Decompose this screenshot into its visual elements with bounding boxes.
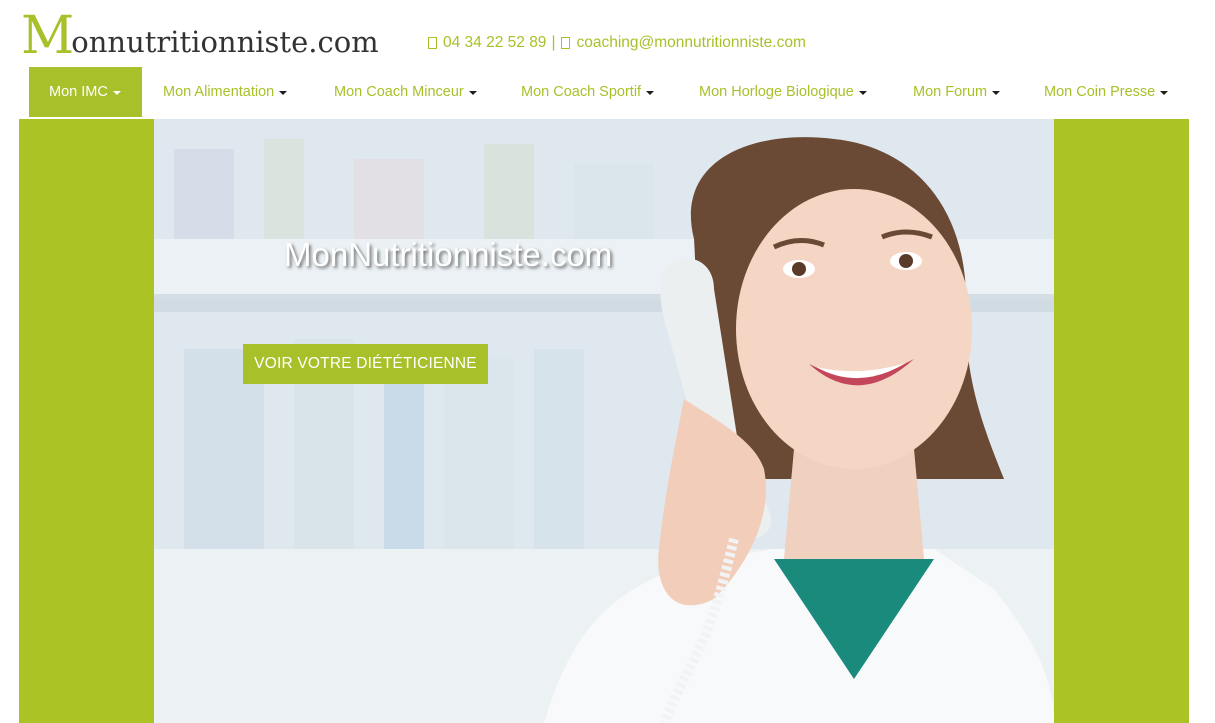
caret-down-icon xyxy=(279,90,288,95)
email-icon xyxy=(561,37,571,49)
logo-wordmark: onnutritionniste.com xyxy=(71,25,379,59)
caret-down-icon xyxy=(468,90,477,95)
main-nav: Mon IMC Mon Alimentation Mon Coach Mince… xyxy=(29,67,1169,117)
nav-item-mon-imc[interactable]: Mon IMC xyxy=(29,67,142,117)
nav-item-mon-coach-minceur[interactable]: Mon Coach Minceur xyxy=(314,67,501,117)
caret-down-icon xyxy=(858,90,867,95)
phone-icon xyxy=(428,37,437,49)
caret-down-icon xyxy=(646,90,655,95)
nav-item-label: Mon Coach Minceur xyxy=(334,84,464,100)
contact-bar: 04 34 22 52 89 | coaching@monnutritionni… xyxy=(428,34,806,52)
caret-down-icon xyxy=(112,90,121,95)
nav-item-label: Mon Coin Presse xyxy=(1044,84,1156,100)
nav-item-mon-coin-presse[interactable]: Mon Coin Presse xyxy=(1023,67,1169,117)
nav-item-label: Mon IMC xyxy=(49,84,108,100)
email-link[interactable]: coaching@monnutritionniste.com xyxy=(576,34,805,52)
nav-item-mon-forum[interactable]: Mon Forum xyxy=(893,67,1023,117)
nav-item-mon-horloge-biologique[interactable]: Mon Horloge Biologique xyxy=(679,67,893,117)
site-header: M onnutritionniste.com 04 34 22 52 89 | … xyxy=(0,0,1215,66)
nav-item-label: Mon Coach Sportif xyxy=(521,84,642,100)
caret-down-icon xyxy=(1160,90,1169,95)
caret-down-icon xyxy=(992,90,1001,95)
find-dietitian-button[interactable]: VOIR VOTRE DIÉTÉTICIENNE xyxy=(243,344,488,384)
nav-item-mon-alimentation[interactable]: Mon Alimentation xyxy=(142,67,314,117)
phone-link[interactable]: 04 34 22 52 89 xyxy=(443,34,546,52)
contact-separator: | xyxy=(551,34,556,51)
nav-item-label: Mon Alimentation xyxy=(163,84,275,100)
nav-item-label: Mon Forum xyxy=(913,84,988,100)
site-logo[interactable]: M onnutritionniste.com xyxy=(21,6,379,62)
hero-photo xyxy=(154,119,1054,723)
logo-initial: M xyxy=(21,6,74,66)
nav-item-mon-coach-sportif[interactable]: Mon Coach Sportif xyxy=(501,67,679,117)
nav-item-label: Mon Horloge Biologique xyxy=(699,84,854,100)
hero-title: MonNutritionniste.com xyxy=(284,236,613,273)
